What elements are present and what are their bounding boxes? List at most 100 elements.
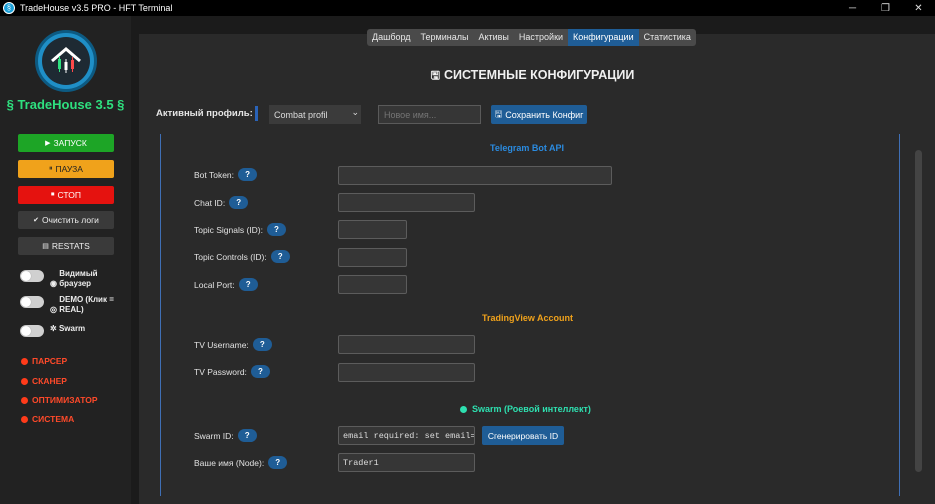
- active-profile-label: Активный профиль:: [156, 108, 253, 119]
- pause-label: ПАУЗА: [55, 164, 83, 174]
- demo-text: DEMO (Клик = REAL): [59, 295, 114, 314]
- swarm-id-label-text: Swarm ID:: [194, 430, 234, 441]
- swarm-id-field[interactable]: email required: set email=с: [338, 426, 475, 445]
- swarm-label: ✲ Swarm: [50, 324, 85, 334]
- stop-button[interactable]: ⏹ СТОП: [18, 186, 114, 204]
- start-button[interactable]: ▶ ЗАПУСК: [18, 134, 114, 152]
- local-port-label: Local Port:?: [194, 278, 258, 291]
- chat-id-field[interactable]: [338, 193, 475, 212]
- help-button[interactable]: ?: [250, 365, 270, 378]
- stop-icon: ⏹: [51, 191, 55, 198]
- nav-parser[interactable]: ПАРСЕР: [21, 356, 67, 366]
- floppy-icon: 🖫: [430, 70, 440, 82]
- swarm-section-title-text: Swarm (Роевой интеллект): [472, 404, 591, 414]
- tv-username-label-text: TV Username:: [194, 339, 249, 350]
- help-button[interactable]: ?: [270, 250, 290, 263]
- stats-icon: ▤: [42, 243, 49, 250]
- local-port-field[interactable]: [338, 275, 407, 294]
- tab-configurations[interactable]: Конфигурации: [568, 29, 639, 46]
- minimize-icon[interactable]: ─: [836, 0, 869, 16]
- generate-id-button[interactable]: Сгенерировать ID: [482, 426, 564, 445]
- swarm-id-label: Swarm ID:?: [194, 429, 257, 442]
- swarm-dot-icon: [460, 405, 467, 413]
- start-label: ЗАПУСК: [53, 138, 87, 148]
- toggle-visible-browser[interactable]: ◉ Видимый браузер: [20, 269, 119, 289]
- bee-icon: ✲: [50, 324, 59, 333]
- topic-controls-label-text: Topic Controls (ID):: [194, 251, 267, 262]
- window-controls: ─ ❐ ✕: [836, 0, 935, 16]
- node-name-label: Ваше имя (Node):?: [194, 456, 288, 469]
- node-name-field[interactable]: Trader1: [338, 453, 475, 472]
- close-icon[interactable]: ✕: [902, 0, 935, 16]
- demo-switch[interactable]: [20, 296, 44, 308]
- tv-password-field[interactable]: [338, 363, 475, 382]
- swarm-switch[interactable]: [20, 325, 44, 337]
- tab-dashboard[interactable]: Дашборд: [367, 29, 416, 46]
- tab-terminals[interactable]: Терминалы: [416, 29, 474, 46]
- bot-token-label-text: Bot Token:: [194, 169, 235, 180]
- page-title-text: СИСТЕМНЫЕ КОНФИГУРАЦИИ: [443, 68, 635, 82]
- topic-signals-label: Topic Signals (ID):?: [194, 223, 286, 236]
- nav-scanner[interactable]: СКАНЕР: [21, 376, 67, 386]
- tv-password-label-text: TV Password:: [194, 366, 247, 377]
- help-button[interactable]: ?: [268, 456, 288, 469]
- scrollbar[interactable]: [915, 150, 922, 472]
- red-dot-icon: [21, 415, 28, 423]
- clear-logs-button[interactable]: ✔ Очистить логи: [18, 211, 114, 229]
- swarm-text: Swarm: [58, 324, 86, 333]
- profile-select[interactable]: Combat profil ⌄: [269, 105, 361, 124]
- broom-icon: ✔: [33, 217, 39, 224]
- tradehouse-icon: §: [3, 2, 15, 14]
- topic-signals-field[interactable]: [338, 220, 407, 239]
- title-bar: § TradeHouse v3.5 PRO - HFT Terminal ─ ❐…: [0, 0, 935, 16]
- tv-username-label: TV Username:?: [194, 338, 272, 351]
- tradingview-section-title: TradingView Account: [482, 313, 574, 323]
- nav-system[interactable]: СИСТЕМА: [21, 414, 74, 424]
- topic-signals-label-text: Topic Signals (ID):: [194, 224, 263, 235]
- tab-statistics[interactable]: Статистика: [639, 29, 696, 46]
- help-button[interactable]: ?: [229, 196, 249, 209]
- tv-username-field[interactable]: [338, 335, 475, 354]
- pause-button[interactable]: ⏸ ПАУЗА: [18, 160, 114, 178]
- save-config-label: Сохранить Конфиг: [505, 109, 584, 120]
- new-profile-name-input[interactable]: [378, 105, 481, 124]
- topic-controls-field[interactable]: [338, 248, 407, 267]
- brand-title: § TradeHouse 3.5 §: [6, 97, 125, 112]
- nav-scanner-label: СКАНЕР: [32, 376, 67, 386]
- play-icon: ▶: [45, 140, 51, 147]
- chevron-down-icon: ⌄: [351, 107, 359, 117]
- nav-optimizer[interactable]: ОПТИМИЗАТОР: [21, 395, 98, 405]
- clear-logs-label: Очистить логи: [41, 215, 99, 225]
- nav-optimizer-label: ОПТИМИЗАТОР: [32, 395, 98, 405]
- tab-bar: Дашборд Терминалы Активы Настройки Конфи…: [367, 29, 696, 46]
- help-button[interactable]: ?: [238, 278, 258, 291]
- swarm-section-title: Swarm (Роевой интеллект): [460, 404, 591, 414]
- help-button[interactable]: ?: [266, 223, 286, 236]
- topic-controls-label: Topic Controls (ID):?: [194, 250, 290, 263]
- tab-settings[interactable]: Настройки: [514, 29, 568, 46]
- chat-id-label-text: Chat ID:: [194, 197, 226, 208]
- help-button[interactable]: ?: [238, 168, 258, 181]
- bot-token-field[interactable]: [338, 166, 612, 185]
- nav-system-label: СИСТЕМА: [32, 414, 75, 424]
- toggle-demo[interactable]: ◎ DEMO (Клик = REAL): [20, 295, 129, 315]
- restats-button[interactable]: ▤ RESTATS: [18, 237, 114, 255]
- tab-assets[interactable]: Активы: [473, 29, 513, 46]
- help-button[interactable]: ?: [252, 338, 272, 351]
- toggle-swarm[interactable]: ✲ Swarm: [20, 324, 85, 337]
- bot-token-label: Bot Token:?: [194, 168, 258, 181]
- tv-password-label: TV Password:?: [194, 365, 270, 378]
- globe-icon: ◉: [50, 279, 60, 288]
- gamepad-icon: ◎: [50, 305, 60, 314]
- demo-label: ◎ DEMO (Клик = REAL): [50, 295, 129, 315]
- visible-browser-switch[interactable]: [20, 270, 44, 282]
- save-config-button[interactable]: 🖫 Сохранить Конфиг: [491, 105, 587, 124]
- help-button[interactable]: ?: [237, 429, 257, 442]
- sidebar: § TradeHouse 3.5 § ▶ ЗАПУСК ⏸ ПАУЗА ⏹ СТОП …: [0, 16, 131, 504]
- restats-label: RESTATS: [51, 241, 90, 251]
- red-dot-icon: [21, 357, 28, 365]
- visible-browser-text: Видимый браузер: [59, 269, 98, 288]
- chat-id-label: Chat ID:?: [194, 196, 249, 209]
- restore-icon[interactable]: ❐: [869, 0, 902, 16]
- local-port-label-text: Local Port:: [194, 279, 235, 290]
